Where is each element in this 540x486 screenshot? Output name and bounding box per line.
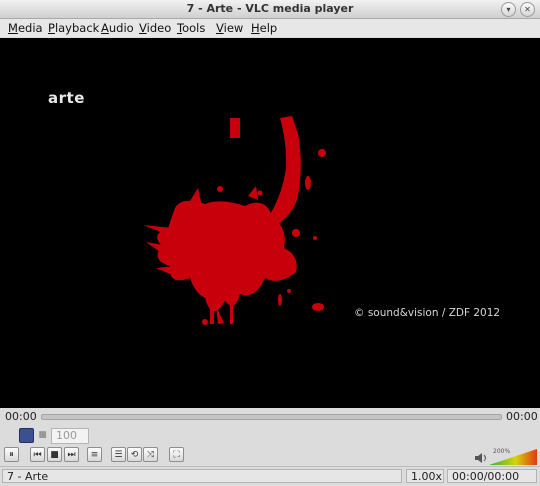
equalizer-button[interactable]: ≡ (87, 447, 102, 462)
menu-bar: Media Playback Audio Video Tools View He… (0, 19, 540, 37)
paint-splash-image (143, 116, 326, 325)
menu-video[interactable]: Video (139, 21, 171, 35)
title-bar: 7 - Arte - VLC media player ▾ ✕ (0, 0, 540, 19)
menu-tools[interactable]: Tools (177, 21, 205, 35)
record-button[interactable] (19, 428, 34, 443)
menu-audio[interactable]: Audio (101, 21, 134, 35)
seek-slider[interactable] (41, 414, 502, 420)
video-area[interactable]: arte © sound&vision / ZDF 2012 (0, 38, 540, 408)
zoom-spinbox[interactable]: 100 (51, 428, 89, 444)
window-title: 7 - Arte - VLC media player (186, 2, 354, 15)
video-credit-text: © sound&vision / ZDF 2012 (354, 307, 501, 319)
status-bar: 7 - Arte 1.00x 00:00/00:00 (0, 466, 540, 486)
elapsed-time: 00:00 (5, 410, 37, 423)
now-playing-label: 7 - Arte (2, 469, 402, 483)
close-icon[interactable]: ✕ (520, 2, 535, 17)
shuffle-button[interactable]: ⤨ (143, 447, 158, 462)
menu-view[interactable]: View (216, 21, 243, 35)
playlist-button[interactable]: ☰ (111, 447, 126, 462)
frame-icon: ■ (38, 430, 47, 440)
pause-button[interactable]: ⏸ (4, 447, 19, 462)
menu-help[interactable]: Help (251, 21, 277, 35)
playback-speed[interactable]: 1.00x (406, 469, 444, 483)
stop-button[interactable]: ■ (47, 447, 62, 462)
fullscreen-button[interactable]: ⛶ (169, 447, 184, 462)
menu-media[interactable]: Media (8, 21, 43, 35)
volume-slider[interactable] (489, 449, 537, 465)
next-button[interactable]: ⏭ (64, 447, 79, 462)
menu-playback[interactable]: Playback (48, 21, 99, 35)
total-time: 00:00 (506, 410, 538, 423)
previous-button[interactable]: ⏮ (30, 447, 45, 462)
speaker-icon[interactable] (474, 452, 488, 464)
seek-row: 00:00 00:00 (0, 408, 540, 424)
status-time[interactable]: 00:00/00:00 (447, 469, 537, 483)
loop-button[interactable]: ⟲ (127, 447, 142, 462)
minimize-icon[interactable]: ▾ (501, 2, 516, 17)
